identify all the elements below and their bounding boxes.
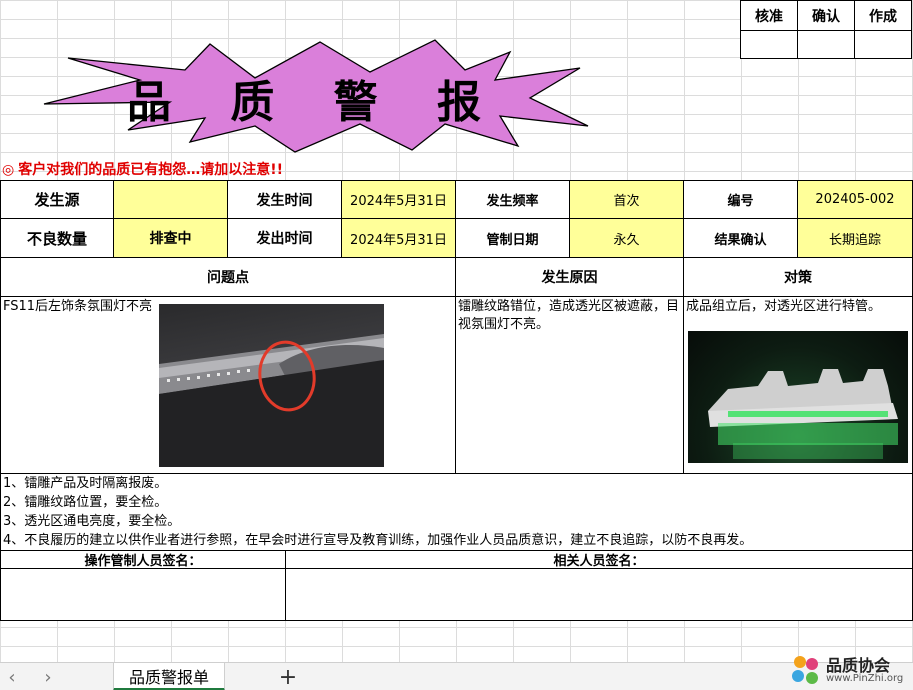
approval-header-confirm: 确认 bbox=[798, 1, 855, 30]
value-result-confirm[interactable]: 长期追踪 bbox=[797, 218, 913, 258]
measure-item: 1、镭雕产品及时隔离报废。 bbox=[3, 476, 168, 491]
defect-photo-drawing bbox=[159, 334, 384, 467]
section-body-cause: 镭雕纹路错位，造成透光区被遮蔽，目视氛围灯不亮。 bbox=[455, 296, 684, 474]
label-issue-time: 发出时间 bbox=[227, 218, 342, 258]
section-title-problem: 问题点 bbox=[0, 257, 456, 297]
approval-box: 核准 确认 作成 bbox=[740, 0, 912, 59]
defect-photo bbox=[159, 304, 384, 467]
related-signature-label: 相关人员签名： bbox=[286, 551, 912, 569]
label-control-date: 管制日期 bbox=[455, 218, 570, 258]
measures-block: 1、镭雕产品及时隔离报废。 2、镭雕纹路位置，要全检。 3、透光区通电亮度，要全… bbox=[0, 474, 913, 550]
label-occur-time: 发生时间 bbox=[227, 180, 342, 219]
value-source[interactable] bbox=[113, 180, 228, 219]
operator-signature-box[interactable]: 操作管制人员签名： bbox=[0, 550, 286, 621]
value-defect-qty[interactable]: 排查中 bbox=[113, 218, 228, 258]
section-title-action: 对策 bbox=[683, 257, 913, 297]
lit-trim-photo-drawing bbox=[708, 369, 898, 459]
value-issue-time[interactable]: 2024年5月31日 bbox=[341, 218, 456, 258]
cause-text: 镭雕纹路错位，造成透光区被遮蔽，目视氛围灯不亮。 bbox=[458, 299, 680, 332]
approval-sign-prepare[interactable] bbox=[855, 31, 912, 59]
sheet-tab-active[interactable]: 品质警报单 bbox=[113, 663, 225, 690]
operator-signature-label: 操作管制人员签名： bbox=[1, 551, 285, 569]
label-result-confirm: 结果确认 bbox=[683, 218, 798, 258]
label-source: 发生源 bbox=[0, 180, 114, 219]
measure-item: 3、透光区通电亮度，要全检。 bbox=[3, 514, 181, 529]
prev-sheet-icon[interactable]: ‹ bbox=[2, 667, 22, 688]
section-title-cause: 发生原因 bbox=[455, 257, 684, 297]
warning-line: ◎ 客户对我们的品质已有抱怨…请加以注意!! bbox=[2, 159, 283, 181]
page-title: 品 质 警 报 bbox=[127, 77, 503, 128]
approval-sign-confirm[interactable] bbox=[798, 31, 855, 59]
label-frequency: 发生频率 bbox=[455, 180, 570, 219]
related-signature-box[interactable]: 相关人员签名： bbox=[285, 550, 913, 621]
sheet-tab-bar: ‹ › 品质警报单 + bbox=[0, 662, 913, 690]
value-occur-time[interactable]: 2024年5月31日 bbox=[341, 180, 456, 219]
measure-item: 4、不良履历的建立以供作业者进行参照，在早会时进行宣导及教育训练，加强作业人员品… bbox=[3, 533, 753, 548]
measure-item: 2、镭雕纹路位置，要全检。 bbox=[3, 495, 168, 510]
warning-mark-icon: ◎ bbox=[2, 162, 15, 178]
lit-trim-photo bbox=[688, 331, 908, 463]
value-control-date[interactable]: 永久 bbox=[569, 218, 684, 258]
action-text: 成品组立后，对透光区进行特管。 bbox=[686, 299, 882, 314]
value-number[interactable]: 202405-002 bbox=[797, 180, 913, 219]
label-defect-qty: 不良数量 bbox=[0, 218, 114, 258]
next-sheet-icon[interactable]: › bbox=[38, 667, 58, 688]
value-frequency[interactable]: 首次 bbox=[569, 180, 684, 219]
warning-text: 客户对我们的品质已有抱怨…请加以注意!! bbox=[18, 162, 283, 178]
approval-header-prepare: 作成 bbox=[855, 1, 912, 30]
add-sheet-button[interactable]: + bbox=[276, 665, 300, 690]
watermark-url: www.PinZhi.org bbox=[826, 673, 904, 684]
label-number: 编号 bbox=[683, 180, 798, 219]
approval-sign-approve[interactable] bbox=[741, 31, 798, 59]
watermark-logo-icon bbox=[792, 656, 818, 684]
approval-header-approve: 核准 bbox=[741, 1, 798, 30]
